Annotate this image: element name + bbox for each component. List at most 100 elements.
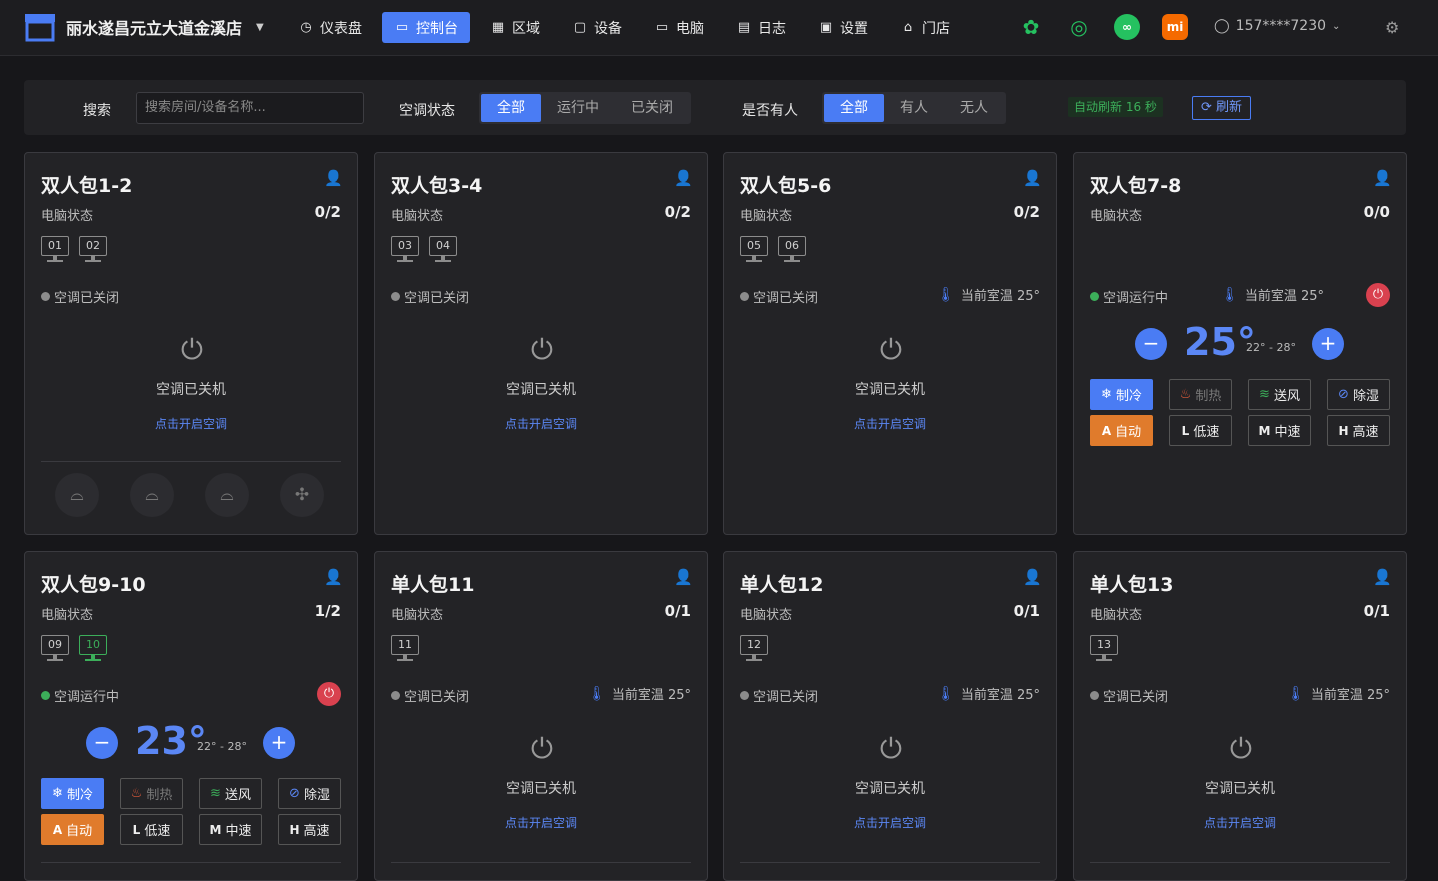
room-name: 双人包1-2 [41, 175, 133, 197]
room-temp-text: 当前室温 25° [960, 289, 1040, 304]
open-ac-link[interactable]: 点击开启空调 [724, 415, 1056, 432]
fan-speed-button-M[interactable]: M 中速 [1248, 415, 1311, 446]
mini-program-icon[interactable]: ∞ [1114, 14, 1140, 40]
seg-ac-option[interactable]: 已关闭 [615, 94, 689, 122]
mode-label: 送风 [224, 788, 251, 803]
fan-speed-button-L[interactable]: L 低速 [120, 814, 183, 845]
fan-speed-button-A[interactable]: A 自动 [1090, 415, 1153, 446]
ceiling-light-icon[interactable]: ⌓ [55, 473, 99, 517]
power-off-button[interactable]: ⏻ [317, 682, 341, 706]
status-dot [391, 292, 400, 301]
pc-count: 0/1 [664, 602, 691, 620]
search-input[interactable]: 搜索房间/设备名称... [136, 92, 364, 124]
pc-count: 0/2 [1013, 203, 1040, 221]
seg-occ-option[interactable]: 无人 [944, 94, 1004, 122]
nav-item-area[interactable]: ▦ 区域 [478, 12, 552, 43]
mode-label: 制冷 [1115, 389, 1142, 404]
nav-item-computer[interactable]: ▭ 电脑 [642, 12, 716, 43]
seg-occ-option[interactable]: 有人 [884, 94, 944, 122]
computer-icon[interactable]: 01 [41, 236, 69, 262]
fan-speed-button-A[interactable]: A 自动 [41, 814, 104, 845]
card-divider [41, 862, 341, 863]
mode-button-1[interactable]: ♨ 制热 [1169, 379, 1232, 410]
pc-base [746, 659, 762, 661]
nav-item-store[interactable]: ⌂ 门店 [888, 12, 962, 43]
nav-item-settings[interactable]: ▣ 设置 [806, 12, 880, 43]
occupancy-icon: 👤 [674, 568, 693, 586]
increase-temp-button[interactable]: + [263, 727, 295, 759]
computer-icon[interactable]: 11 [391, 635, 419, 661]
speed-key: H [1338, 423, 1349, 438]
open-ac-link[interactable]: 点击开启空调 [1074, 814, 1406, 831]
speed-label: 自动 [1115, 425, 1142, 440]
mode-button-3[interactable]: ⊘ 除湿 [1327, 379, 1390, 410]
open-ac-link[interactable]: 点击开启空调 [25, 415, 357, 432]
sync-app-icon[interactable]: ◎ [1066, 14, 1092, 40]
pc-status-label: 电脑状态 [1090, 608, 1143, 623]
computer-icon[interactable]: 13 [1090, 635, 1118, 661]
refresh-button[interactable]: ⟳ 刷新 [1192, 96, 1252, 120]
top-navigation-bar: 丽水遂昌元立大道金溪店 ▼ ◷ 仪表盘 ▭ 控制台 ▦ 区域 ▢ 设备 ▭ 电脑 ▤ 日志 ▣ 设置 ⌂ 门店… [0, 0, 1438, 56]
seg-occ-option[interactable]: 全部 [824, 94, 884, 122]
store-selector[interactable]: 丽水遂昌元立大道金溪店 ▼ [24, 12, 264, 42]
computer-icon[interactable]: 04 [429, 236, 457, 262]
mode-button-1[interactable]: ♨ 制热 [120, 778, 183, 809]
increase-temp-button[interactable]: + [1312, 328, 1344, 360]
nav-item-dashboard[interactable]: ◷ 仪表盘 [286, 12, 374, 43]
pc-status-label: 电脑状态 [1090, 209, 1143, 224]
computer-icon[interactable]: 09 [41, 635, 69, 661]
pc-list: 12 [740, 635, 768, 661]
open-ac-link[interactable]: 点击开启空调 [375, 814, 707, 831]
seg-ac-option[interactable]: 全部 [481, 94, 541, 122]
room-card: 双人包5-6 👤 电脑状态 0/2 05 06 空调已关闭 🌡 当前室温 25° ⏻ 空调已关机 点击… [723, 152, 1057, 535]
fan-speed-button-H[interactable]: H 高速 [278, 814, 341, 845]
computer-icon[interactable]: 02 [79, 236, 107, 262]
computer-icon[interactable]: 06 [778, 236, 806, 262]
nav-item-log[interactable]: ▤ 日志 [724, 12, 798, 43]
decrease-temp-button[interactable]: − [86, 727, 118, 759]
power-off-button[interactable]: ⏻ [1366, 283, 1390, 307]
mode-button-2[interactable]: ≋ 送风 [199, 778, 262, 809]
store-logo-icon [25, 14, 55, 42]
nav-item-device[interactable]: ▢ 设备 [560, 12, 634, 43]
open-ac-link[interactable]: 点击开启空调 [724, 814, 1056, 831]
thermometer-icon: 🌡 [1287, 685, 1305, 702]
seg-ac-option[interactable]: 运行中 [541, 94, 615, 122]
store-icon: ⌂ [903, 20, 913, 35]
ceiling-light-icon[interactable]: ⌓ [205, 473, 249, 517]
speed-key: M [209, 822, 222, 837]
mode-buttons: ❄ 制冷 ♨ 制热 ≋ 送风 ⊘ 除湿 A 自动 L 低速 M 中速 H 高速 [1090, 379, 1390, 446]
ceiling-light-icon[interactable]: ⌓ [130, 473, 174, 517]
mode-button-2[interactable]: ≋ 送风 [1248, 379, 1311, 410]
computer-icon[interactable]: 03 [391, 236, 419, 262]
occupancy-icon: 👤 [324, 169, 343, 187]
ac-status: 空调已关闭 [391, 287, 469, 306]
power-icon: ⏻ [530, 732, 554, 765]
room-name: 双人包7-8 [1090, 175, 1182, 197]
mode-button-0[interactable]: ❄ 制冷 [1090, 379, 1153, 410]
user-menu[interactable]: ◯ 157****7230 ⌄ [1214, 18, 1340, 34]
store-name: 丽水遂昌元立大道金溪店 [66, 19, 243, 38]
wechat-icon[interactable]: ✿ [1018, 14, 1044, 40]
mode-button-3[interactable]: ⊘ 除湿 [278, 778, 341, 809]
gear-icon[interactable]: ⚙ [1385, 18, 1399, 37]
room-name: 双人包5-6 [740, 175, 832, 197]
power-icon: ⏻ [879, 732, 903, 765]
fan-speed-button-M[interactable]: M 中速 [199, 814, 262, 845]
room-temperature: 🌡 当前室温 25° [937, 285, 1040, 305]
computer-icon[interactable]: 12 [740, 635, 768, 661]
room-card: 双人包7-8 👤 电脑状态 0/0 空调运行中 🌡 当前室温 25° ⏻ −25° 22° - 2… [1073, 152, 1407, 535]
speed-key: A [52, 822, 63, 837]
nav-item-console[interactable]: ▭ 控制台 [382, 12, 470, 43]
mode-button-0[interactable]: ❄ 制冷 [41, 778, 104, 809]
decrease-temp-button[interactable]: − [1135, 328, 1167, 360]
fan-speed-button-L[interactable]: L 低速 [1169, 415, 1232, 446]
fan-speed-button-H[interactable]: H 高速 [1327, 415, 1390, 446]
open-ac-link[interactable]: 点击开启空调 [375, 415, 707, 432]
pc-number: 13 [1090, 635, 1118, 655]
computer-icon[interactable]: 10 [79, 635, 107, 661]
card-divider [740, 862, 1040, 863]
computer-icon[interactable]: 05 [740, 236, 768, 262]
mi-icon[interactable]: mi [1162, 14, 1188, 40]
fan-icon[interactable]: ✣ [280, 473, 324, 517]
